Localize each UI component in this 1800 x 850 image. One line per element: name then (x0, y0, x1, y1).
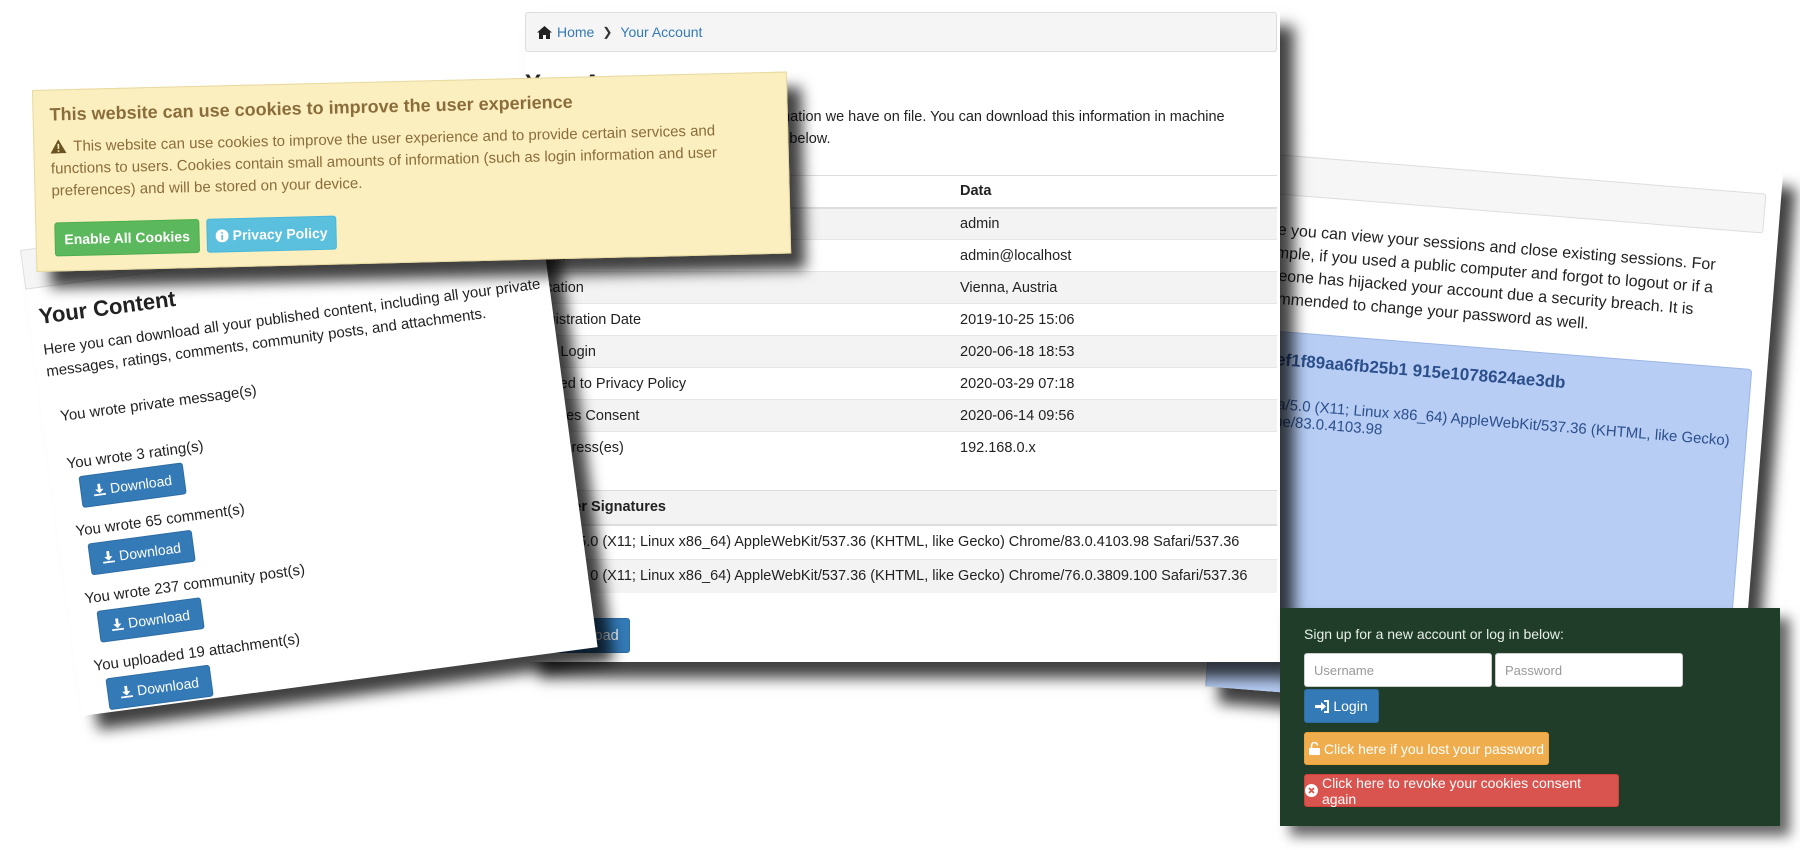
login-button[interactable]: Login (1304, 689, 1379, 723)
download-label: Download (118, 539, 182, 564)
session-user-agent: Mozilla/5.0 (X11; Linux x86_64) AppleWeb… (1236, 393, 1731, 450)
signature-value: Mozilla/5.0 (X11; Linux x86_64) AppleWeb… (525, 524, 1277, 559)
cookie-text: This website can use cookies to improve … (50, 119, 771, 203)
table-row: Registration Date 2019-10-25 15:06 (525, 303, 1277, 336)
content-heading: Your Content (37, 285, 178, 329)
lost-password-label: Click here if you lost your password (1323, 740, 1545, 757)
row-field: Location (525, 271, 954, 304)
row-value: Vienna, Austria (954, 271, 1277, 304)
col-browser-signatures: Browser Signatures (525, 490, 1277, 526)
privacy-policy-button[interactable]: Privacy Policy (206, 215, 337, 253)
row-value: 2020-06-18 18:53 (954, 335, 1277, 368)
ratings-download-button[interactable]: Download (78, 462, 187, 508)
row-field: Agreed to Privacy Policy (525, 367, 954, 400)
cookie-title: This website can use cookies to improve … (49, 91, 573, 125)
row-value: 2020-06-14 09:56 (954, 399, 1277, 432)
content-item-messages: You wrote private message(s) (59, 382, 258, 426)
privacy-policy-label: Privacy Policy (232, 224, 328, 244)
download-icon (93, 483, 106, 497)
table-row: Agreed to Privacy Policy 2020-03-29 07:18 (525, 367, 1277, 400)
breadcrumb: Home ❯ Your Account (525, 12, 1277, 52)
row-value: 2019-10-25 15:06 (954, 303, 1277, 336)
lost-password-button[interactable]: Click here if you lost your password (1304, 732, 1549, 765)
sessions-description: Here you can view your sessions and clos… (1245, 219, 1717, 333)
revoke-consent-button[interactable]: Click here to revoke your cookies consen… (1304, 774, 1619, 807)
download-icon (102, 550, 115, 564)
login-prompt: Sign up for a new account or log in belo… (1304, 626, 1564, 642)
browser-signatures-table: Browser Signatures Mozilla/5.0 (X11; Lin… (525, 490, 1277, 593)
row-field: Last Login (525, 335, 954, 368)
download-label: Download (136, 674, 200, 699)
content-item-ratings: You wrote 3 rating(s) (65, 437, 205, 473)
warning-icon (50, 139, 67, 154)
times-circle-icon (1305, 784, 1318, 797)
row-value: admin (954, 207, 1277, 240)
comments-download-button[interactable]: Download (87, 529, 196, 576)
table-row: Location Vienna, Austria (525, 271, 1277, 304)
posts-download-button[interactable]: Download (96, 597, 205, 643)
content-intro: Here you can download all your published… (42, 275, 542, 381)
table-row: Last Login 2020-06-18 18:53 (525, 335, 1277, 368)
row-value: 192.168.0.x (954, 431, 1277, 464)
row-field: Cookies Consent (525, 399, 954, 432)
col-data: Data (954, 175, 1277, 209)
session-id: 1 8ef1f89aa6fb25b1 915e1078624ae3db (1251, 347, 1567, 393)
enable-cookies-button[interactable]: Enable All Cookies (54, 218, 201, 257)
cookie-text-body: This website can use cookies to improve … (50, 122, 718, 200)
username-input[interactable] (1304, 653, 1492, 687)
chevron-right-icon: ❯ (602, 25, 613, 39)
cookie-banner: This website can use cookies to improve … (32, 71, 792, 272)
info-icon (215, 228, 229, 242)
table-row: Mozilla/5.0 (X11; Linux x86_64) AppleWeb… (525, 558, 1277, 593)
row-field: Registration Date (525, 303, 954, 336)
table-row: Mozilla/5.0 (X11; Linux x86_64) AppleWeb… (525, 524, 1277, 559)
breadcrumb-current[interactable]: Your Account (620, 24, 702, 40)
download-label: Download (127, 606, 191, 631)
login-box: Sign up for a new account or log in belo… (1280, 608, 1780, 826)
home-icon (537, 25, 552, 39)
table-row: Cookies Consent 2020-06-14 09:56 (525, 399, 1277, 432)
download-icon (111, 618, 124, 632)
sign-in-icon (1315, 699, 1330, 713)
row-value: admin@localhost (954, 239, 1277, 272)
password-input[interactable] (1495, 653, 1683, 687)
login-label: Login (1333, 698, 1368, 714)
row-value: 2020-03-29 07:18 (954, 367, 1277, 400)
attachments-download-button[interactable]: Download (105, 664, 214, 711)
breadcrumb-home-link[interactable]: Home (557, 24, 594, 40)
unlock-icon (1308, 742, 1320, 755)
signature-value: Mozilla/5.0 (X11; Linux x86_64) AppleWeb… (525, 558, 1277, 593)
download-icon (120, 685, 133, 699)
table-row: IP Address(es) 192.168.0.x (525, 431, 1277, 464)
revoke-consent-label: Click here to revoke your cookies consen… (1321, 774, 1582, 807)
row-field: IP Address(es) (525, 431, 954, 464)
download-label: Download (109, 472, 173, 497)
